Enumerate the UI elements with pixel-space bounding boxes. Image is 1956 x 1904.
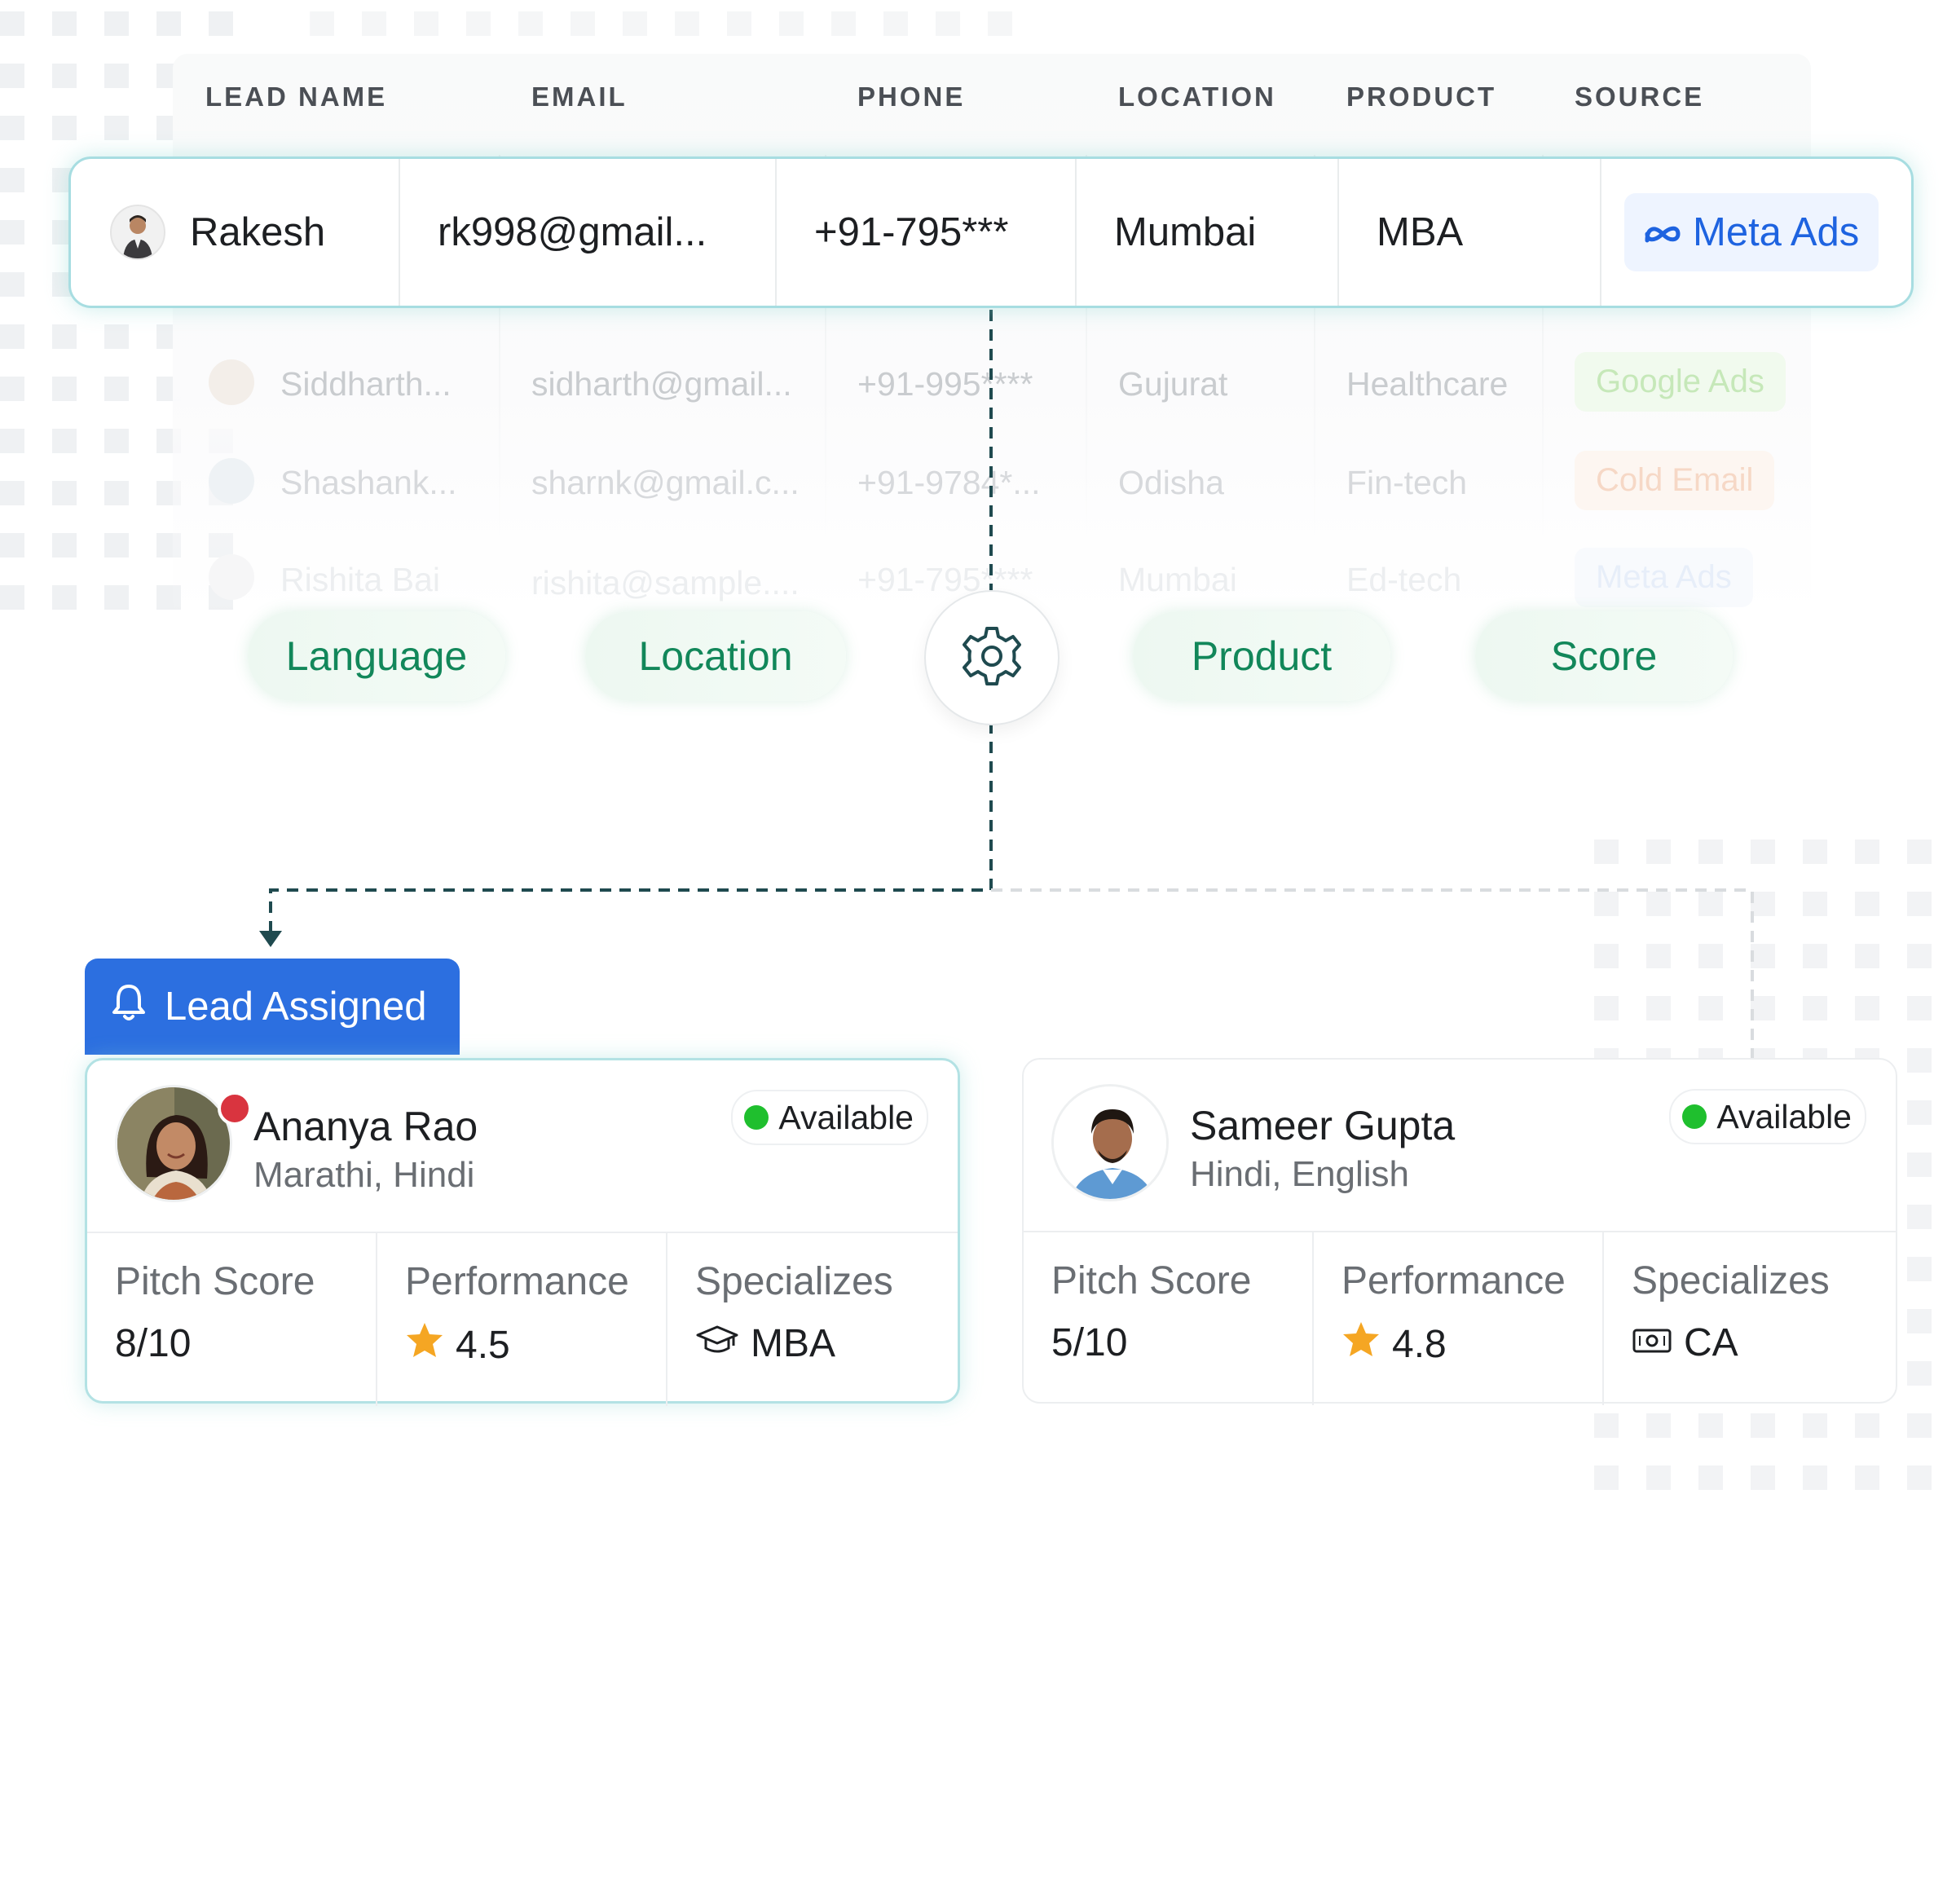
specializes-value: CA (1684, 1321, 1738, 1364)
avatar (1051, 1084, 1169, 1201)
bell-icon (111, 981, 147, 1032)
performance-stat: Performance 4.5 (377, 1232, 667, 1406)
avatar (110, 205, 165, 260)
stat-label: Pitch Score (115, 1260, 315, 1303)
agent-card-header: Sameer Gupta Hindi, English Available (1024, 1060, 1896, 1232)
notification-dot (218, 1091, 252, 1126)
graduation-cap-icon (695, 1321, 739, 1366)
pitch-score-stat: Pitch Score 5/10 (1024, 1231, 1314, 1405)
agent-name: Ananya Rao (253, 1104, 478, 1149)
lead-location: Mumbai (1114, 210, 1257, 254)
meta-icon (1644, 209, 1681, 255)
routing-engine[interactable] (924, 590, 1060, 725)
agent-card[interactable]: Sameer Gupta Hindi, English Available Pi… (1022, 1058, 1897, 1405)
criteria-chip-language[interactable]: Language (248, 611, 505, 701)
stat-value: MBA (695, 1321, 835, 1366)
specializes-value: MBA (751, 1322, 836, 1365)
criteria-chip-product[interactable]: Product (1133, 611, 1390, 701)
specializes-stat: Specializes CA (1604, 1231, 1894, 1405)
status-badge: Available (731, 1090, 928, 1145)
performance-value: 4.5 (456, 1323, 510, 1367)
location-cell: Mumbai (1077, 159, 1339, 306)
stat-label: Performance (1341, 1259, 1566, 1302)
stat-value: CA (1632, 1320, 1738, 1365)
pitch-score-stat: Pitch Score 8/10 (87, 1232, 377, 1406)
lead-name: Rakesh (190, 210, 326, 254)
highlighted-lead-row[interactable]: Rakesh rk998@gmail... +91-795*** Mumbai … (68, 156, 1914, 308)
stat-label: Performance (405, 1260, 629, 1303)
criteria-chip-score[interactable]: Score (1475, 611, 1733, 701)
source-cell: Meta Ads (1601, 159, 1911, 306)
agent-languages: Marathi, Hindi (253, 1155, 475, 1195)
stat-value: 8/10 (115, 1321, 191, 1366)
stat-value: 4.8 (1341, 1320, 1447, 1368)
stat-value: 4.5 (405, 1321, 510, 1368)
stat-label: Pitch Score (1051, 1259, 1252, 1302)
agent-card[interactable]: Ananya Rao Marathi, Hindi Available Pitc… (85, 1058, 960, 1406)
pitch-score-value: 8/10 (115, 1322, 192, 1365)
banknote-icon (1632, 1320, 1672, 1365)
lead-assigned-tab: Lead Assigned (85, 959, 460, 1055)
agent-card-header: Ananya Rao Marathi, Hindi Available (87, 1060, 958, 1233)
avatar (115, 1085, 232, 1202)
source-label: Meta Ads (1693, 210, 1860, 254)
source-badge[interactable]: Meta Ads (1624, 193, 1879, 271)
specializes-stat: Specializes MBA (667, 1232, 958, 1406)
email-cell: rk998@gmail... (400, 159, 777, 306)
phone-cell: +91-795*** (777, 159, 1077, 306)
gear-icon (959, 624, 1024, 693)
lead-product: MBA (1377, 210, 1464, 254)
pitch-score-value: 5/10 (1051, 1321, 1128, 1364)
status-badge: Available (1669, 1089, 1866, 1144)
criteria-chip-location[interactable]: Location (585, 611, 846, 701)
stat-value: 5/10 (1051, 1320, 1127, 1365)
status-dot-icon (744, 1105, 769, 1130)
status-label: Available (1716, 1097, 1852, 1135)
agent-name: Sameer Gupta (1190, 1103, 1456, 1148)
stat-label: Specializes (695, 1260, 893, 1303)
performance-stat: Performance 4.8 (1314, 1231, 1604, 1405)
agent-languages: Hindi, English (1190, 1154, 1410, 1194)
status-dot-icon (1682, 1104, 1707, 1129)
star-icon (405, 1321, 444, 1368)
star-icon (1341, 1320, 1381, 1368)
status-label: Available (778, 1098, 914, 1136)
lead-email: rk998@gmail... (438, 210, 707, 254)
lead-phone: +91-795*** (814, 210, 1009, 254)
product-cell: MBA (1339, 159, 1601, 306)
performance-value: 4.8 (1392, 1322, 1447, 1366)
lead-name-cell: Rakesh (71, 159, 400, 306)
stat-label: Specializes (1632, 1259, 1830, 1302)
lead-assigned-label: Lead Assigned (165, 985, 427, 1029)
